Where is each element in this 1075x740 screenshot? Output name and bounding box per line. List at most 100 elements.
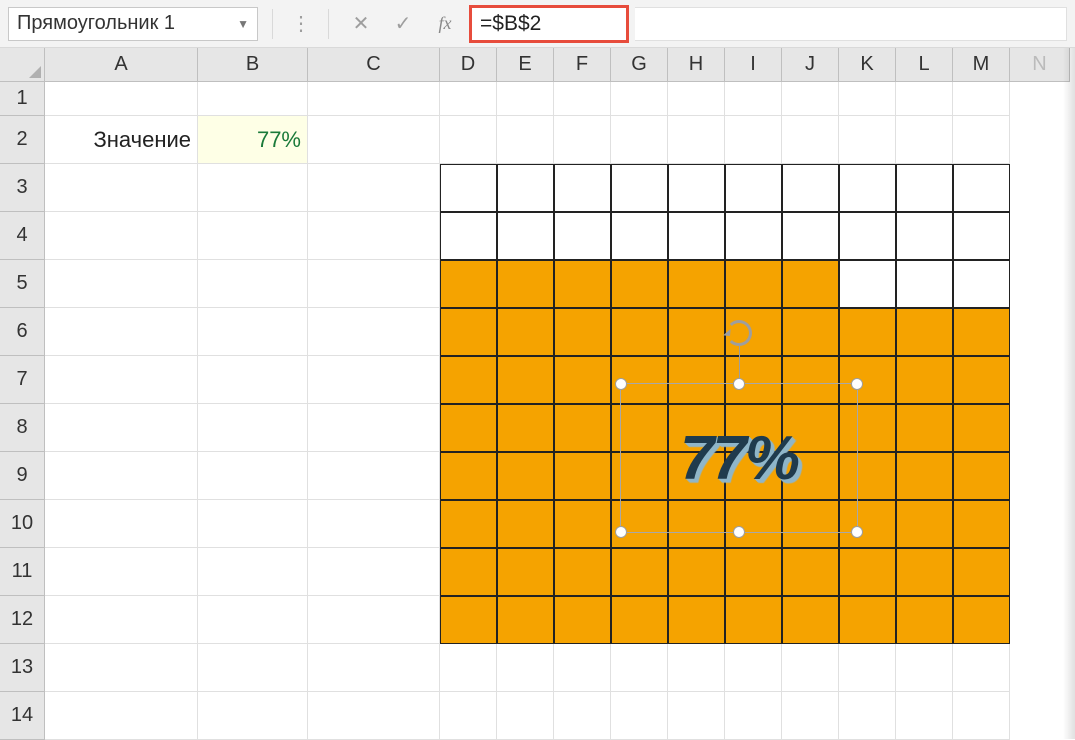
- waffle-cell[interactable]: [611, 308, 668, 356]
- waffle-cell[interactable]: [896, 212, 953, 260]
- cancel-button[interactable]: ✕: [343, 7, 379, 41]
- cell[interactable]: [554, 692, 611, 740]
- cell[interactable]: [554, 116, 611, 164]
- waffle-cell[interactable]: [782, 212, 839, 260]
- cell[interactable]: [45, 308, 198, 356]
- cell[interactable]: [440, 644, 497, 692]
- waffle-cell[interactable]: [668, 548, 725, 596]
- cell[interactable]: [554, 82, 611, 116]
- cell[interactable]: [198, 82, 308, 116]
- waffle-cell[interactable]: [554, 212, 611, 260]
- waffle-cell[interactable]: [554, 500, 611, 548]
- cell-B2[interactable]: 77%: [198, 116, 308, 164]
- cell[interactable]: [953, 644, 1010, 692]
- row-header-4[interactable]: 4: [0, 212, 45, 260]
- waffle-cell[interactable]: [440, 308, 497, 356]
- column-header-I[interactable]: I: [725, 48, 782, 82]
- cell[interactable]: [440, 692, 497, 740]
- row-header-3[interactable]: 3: [0, 164, 45, 212]
- cell[interactable]: [440, 82, 497, 116]
- waffle-cell[interactable]: [953, 260, 1010, 308]
- waffle-cell[interactable]: [896, 596, 953, 644]
- waffle-cell[interactable]: [440, 260, 497, 308]
- cell[interactable]: [782, 644, 839, 692]
- waffle-cell[interactable]: [611, 260, 668, 308]
- cell[interactable]: [668, 116, 725, 164]
- cell[interactable]: [668, 82, 725, 116]
- cell[interactable]: [308, 596, 440, 644]
- cell[interactable]: [839, 116, 896, 164]
- waffle-cell[interactable]: [668, 212, 725, 260]
- waffle-cell[interactable]: [725, 212, 782, 260]
- waffle-cell[interactable]: [953, 212, 1010, 260]
- cell[interactable]: [198, 164, 308, 212]
- column-header-A[interactable]: A: [45, 48, 198, 82]
- cell[interactable]: [198, 260, 308, 308]
- resize-handle-ne[interactable]: [851, 378, 863, 390]
- waffle-cell[interactable]: [668, 596, 725, 644]
- cell[interactable]: [725, 116, 782, 164]
- cell[interactable]: [896, 82, 953, 116]
- cell[interactable]: [198, 548, 308, 596]
- cell[interactable]: [308, 164, 440, 212]
- cell[interactable]: [839, 82, 896, 116]
- cell[interactable]: [839, 692, 896, 740]
- cell[interactable]: [45, 404, 198, 452]
- row-header-1[interactable]: 1: [0, 82, 45, 116]
- cell[interactable]: [198, 212, 308, 260]
- cell[interactable]: [611, 116, 668, 164]
- cell[interactable]: [668, 644, 725, 692]
- waffle-cell[interactable]: [953, 308, 1010, 356]
- waffle-cell[interactable]: [953, 548, 1010, 596]
- waffle-cell[interactable]: [554, 260, 611, 308]
- cell[interactable]: [497, 692, 554, 740]
- waffle-cell[interactable]: [953, 452, 1010, 500]
- formula-input-rest[interactable]: [635, 7, 1067, 41]
- waffle-cell[interactable]: [839, 260, 896, 308]
- cell[interactable]: [45, 548, 198, 596]
- row-header-10[interactable]: 10: [0, 500, 45, 548]
- column-header-D[interactable]: D: [440, 48, 497, 82]
- waffle-cell[interactable]: [497, 356, 554, 404]
- waffle-cell[interactable]: [953, 356, 1010, 404]
- row-header-5[interactable]: 5: [0, 260, 45, 308]
- cell[interactable]: [896, 116, 953, 164]
- cell[interactable]: [725, 692, 782, 740]
- cell[interactable]: [953, 116, 1010, 164]
- cell[interactable]: [198, 500, 308, 548]
- waffle-cell[interactable]: [839, 596, 896, 644]
- waffle-cell[interactable]: [725, 164, 782, 212]
- cell[interactable]: [45, 164, 198, 212]
- column-header-C[interactable]: C: [308, 48, 440, 82]
- waffle-cell[interactable]: [497, 164, 554, 212]
- cell[interactable]: [308, 548, 440, 596]
- waffle-cell[interactable]: [440, 404, 497, 452]
- waffle-cell[interactable]: [953, 500, 1010, 548]
- chevron-down-icon[interactable]: ▼: [237, 17, 249, 31]
- formula-input[interactable]: =$B$2: [469, 5, 629, 43]
- name-box[interactable]: Прямоугольник 1 ▼: [8, 7, 258, 41]
- cell[interactable]: [725, 82, 782, 116]
- waffle-cell[interactable]: [668, 308, 725, 356]
- cell[interactable]: [45, 692, 198, 740]
- waffle-cell[interactable]: [896, 548, 953, 596]
- column-header-H[interactable]: H: [668, 48, 725, 82]
- resize-handle-s[interactable]: [733, 526, 745, 538]
- waffle-cell[interactable]: [440, 548, 497, 596]
- cell[interactable]: [440, 116, 497, 164]
- resize-handle-nw[interactable]: [615, 378, 627, 390]
- row-header-8[interactable]: 8: [0, 404, 45, 452]
- waffle-cell[interactable]: [725, 260, 782, 308]
- waffle-cell[interactable]: [497, 500, 554, 548]
- cell[interactable]: [45, 644, 198, 692]
- waffle-cell[interactable]: [554, 596, 611, 644]
- rectangle-shape[interactable]: 77%: [620, 383, 858, 533]
- column-header-F[interactable]: F: [554, 48, 611, 82]
- column-header-N[interactable]: N: [1010, 48, 1070, 82]
- cell[interactable]: [308, 692, 440, 740]
- waffle-cell[interactable]: [554, 164, 611, 212]
- column-header-E[interactable]: E: [497, 48, 554, 82]
- row-header-14[interactable]: 14: [0, 692, 45, 740]
- waffle-cell[interactable]: [668, 260, 725, 308]
- cell[interactable]: [953, 692, 1010, 740]
